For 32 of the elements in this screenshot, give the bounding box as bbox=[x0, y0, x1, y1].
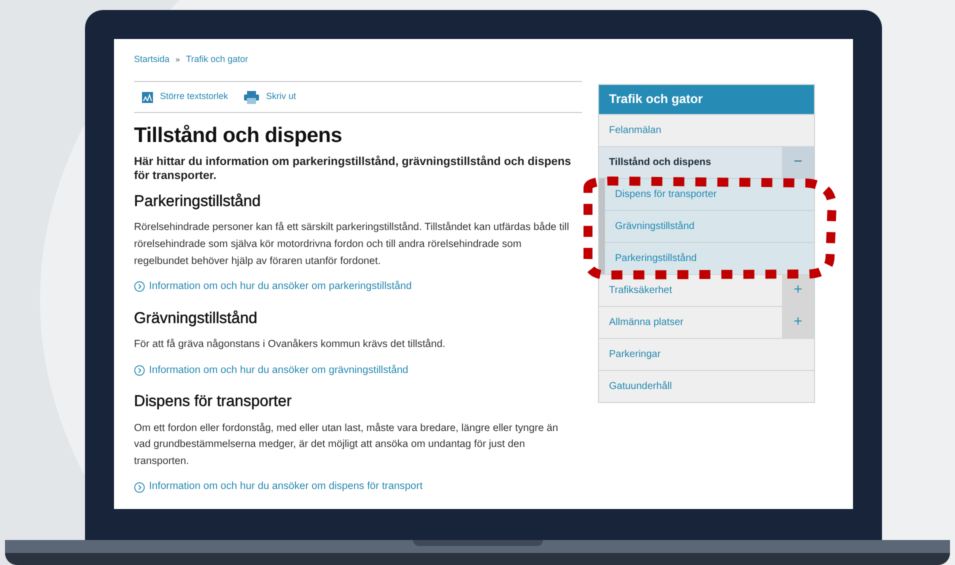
info-link[interactable]: Information om och hur du ansöker om grävningstillstånd bbox=[149, 362, 408, 378]
breadcrumb-link[interactable]: Startsida bbox=[134, 53, 170, 67]
print-link[interactable]: Skriv ut bbox=[266, 90, 296, 104]
breadcrumb-link[interactable]: Trafik och gator bbox=[186, 53, 248, 67]
submenu-item[interactable]: Grävningstillstånd bbox=[605, 210, 814, 242]
menu-item[interactable]: Gatuunderhåll bbox=[599, 370, 814, 402]
menu-item[interactable]: Felanmälan bbox=[599, 114, 814, 146]
info-link[interactable]: Information om och hur du ansöker om dispens för transport bbox=[149, 479, 423, 495]
menu-item[interactable]: Tillstånd och dispens − bbox=[599, 146, 814, 178]
intro-text: Här hittar du information om parkeringstillstånd, grävningstillstånd och dispens för transporter. bbox=[134, 156, 572, 184]
collapse-button[interactable]: − bbox=[782, 147, 814, 178]
chevron-circle-icon bbox=[134, 364, 145, 376]
expand-button[interactable]: + bbox=[782, 275, 814, 306]
text-size-link[interactable]: Större textstorlek bbox=[160, 90, 228, 104]
section-heading: Dispens för transporter bbox=[134, 393, 293, 412]
menu-item[interactable]: Allmänna platser + bbox=[599, 306, 814, 338]
section-text: Rörelsehindrade personer kan få ett särskilt parkeringstillstånd. Tillståndet kan utfärdas både till rörelsehindrade som själva kör motordrivna fordon och till andra rörelsehindrade som regelbundet behöver hjälp av föraren utanför fordonet. bbox=[134, 220, 570, 269]
section-heading: Parkeringstillstånd bbox=[134, 192, 262, 212]
chevron-circle-icon bbox=[134, 281, 145, 292]
section-text: Om ett fordon eller fordonståg, med eller utan last, måste vara bredare, längre eller tyngre än vad grundbestämmelserna medger, är det möjligt att ansöka om undantag för just den transporten. bbox=[134, 422, 560, 470]
section-heading: Grävningstillstånd bbox=[134, 310, 258, 328]
breadcrumb-separator: » bbox=[176, 54, 180, 66]
page-title: Tillstånd och dispens bbox=[134, 123, 344, 148]
menu-item[interactable]: Trafiksäkerhet + bbox=[599, 274, 814, 306]
menu-item[interactable]: Parkeringar bbox=[599, 338, 814, 370]
section-text: För att få gräva någonstans i Ovanåkers kommun krävs det tillstånd. bbox=[134, 338, 446, 352]
expand-button[interactable]: + bbox=[782, 307, 814, 338]
submenu-item[interactable]: Parkeringstillstånd bbox=[605, 242, 814, 274]
chevron-circle-icon bbox=[134, 482, 145, 493]
printer-icon bbox=[244, 90, 260, 104]
sidebar-title: Trafik och gator bbox=[599, 85, 814, 114]
info-link[interactable]: Information om och hur du ansöker om parkeringstillstånd bbox=[149, 279, 412, 295]
